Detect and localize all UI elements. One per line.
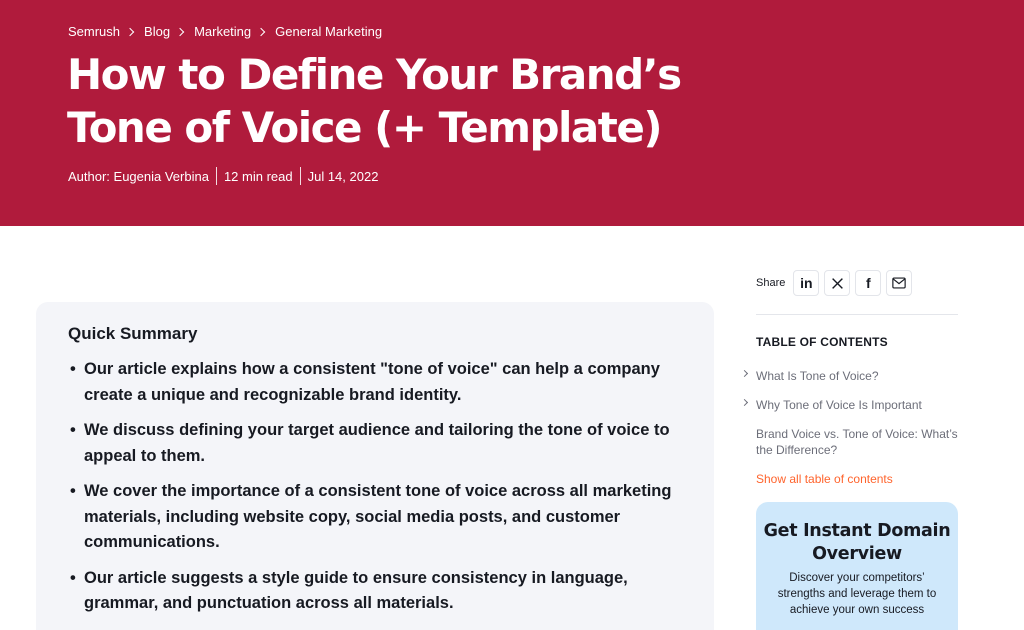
chevron-right-icon[interactable] — [740, 398, 749, 407]
article-hero: Semrush Blog Marketing General Marketing… — [0, 0, 1024, 226]
chevron-right-icon — [125, 27, 135, 36]
share-label: Share — [756, 277, 786, 289]
share-bar: Share in f — [756, 270, 917, 296]
meta-divider — [215, 167, 217, 185]
article-author[interactable]: Author: Eugenia Verbina — [68, 169, 209, 184]
toc-item-why-important[interactable]: Why Tone of Voice Is Important — [756, 397, 958, 413]
page-title-line-1: How to Define Your Brand’s — [67, 50, 682, 99]
breadcrumb: Semrush Blog Marketing General Marketing — [68, 24, 382, 39]
toc-heading: TABLE OF CONTENTS — [756, 335, 888, 349]
page-title-line-2: Tone of Voice (+ Template) — [67, 103, 663, 152]
linkedin-share-button[interactable]: in — [793, 270, 820, 296]
chevron-right-icon — [175, 27, 185, 36]
quick-summary-list: Our article explains how a consistent "t… — [68, 357, 680, 627]
breadcrumb-marketing[interactable]: Marketing — [194, 24, 251, 39]
promo-text: Discover your competitors’ strengths and… — [777, 572, 937, 616]
email-share-button[interactable] — [886, 270, 913, 296]
email-icon — [892, 277, 907, 289]
chevron-right-icon[interactable] — [740, 369, 749, 378]
meta-divider — [299, 167, 301, 185]
quick-summary-box: Quick Summary Our article explains how a… — [36, 302, 714, 630]
toc-item-brand-voice-vs-tone[interactable]: Brand Voice vs. Tone of Voice: What’s th… — [756, 426, 958, 458]
x-share-button[interactable] — [824, 270, 851, 296]
article-read-time: 12 min read — [223, 168, 293, 184]
article-date: Jul 14, 2022 — [307, 168, 379, 184]
domain-overview-promo: Get Instant Domain Overview Discover you… — [756, 502, 958, 630]
article-meta: Author: Eugenia Verbina 12 min read Jul … — [68, 167, 378, 185]
summary-list-item: Our article explains how a consistent "t… — [68, 357, 680, 408]
page-title: How to Define Your Brand’s Tone of Voice… — [67, 48, 707, 154]
facebook-icon: f — [866, 275, 871, 291]
summary-list-item: We cover the importance of a consistent … — [68, 479, 680, 556]
breadcrumb-semrush[interactable]: Semrush — [68, 24, 120, 39]
breadcrumb-blog[interactable]: Blog — [144, 24, 170, 39]
chevron-right-icon — [256, 27, 266, 36]
quick-summary-title: Quick Summary — [68, 324, 198, 343]
breadcrumb-general-marketing[interactable]: General Marketing — [275, 24, 382, 39]
sidebar-divider — [756, 314, 958, 315]
summary-list-item: We discuss defining your target audience… — [68, 418, 680, 469]
show-all-toc-link[interactable]: Show all table of contents — [756, 472, 893, 486]
summary-list-item: Our article suggests a style guide to en… — [68, 566, 680, 617]
toc-item-what-is-tone[interactable]: What Is Tone of Voice? — [756, 368, 958, 384]
promo-title: Get Instant Domain Overview — [763, 521, 951, 564]
linkedin-icon: in — [800, 275, 813, 291]
x-icon — [831, 277, 843, 289]
facebook-share-button[interactable]: f — [855, 270, 882, 296]
